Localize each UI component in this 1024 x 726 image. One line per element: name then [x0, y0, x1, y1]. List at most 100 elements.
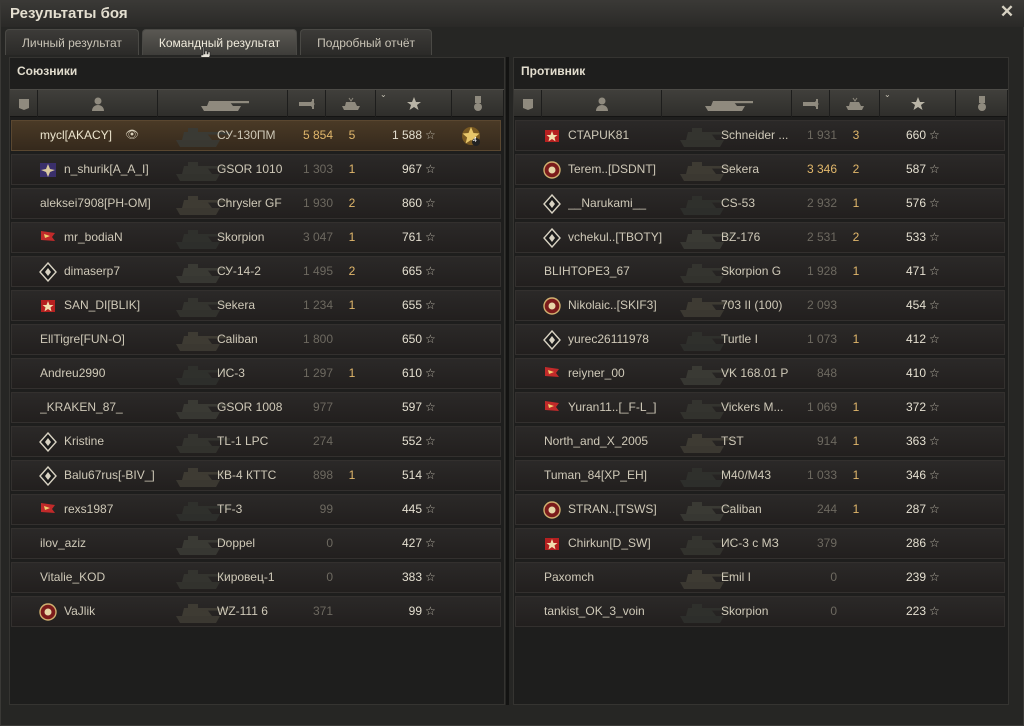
tab-team-result[interactable]: Командный результат [141, 29, 298, 55]
damage-value: 1 495 [302, 264, 333, 278]
column-header-player[interactable] [38, 90, 158, 117]
xp-value: 239 [905, 570, 926, 584]
table-row[interactable]: __Narukami__ CS-53 2 932 1 576 ☆ [515, 188, 1005, 219]
table-row[interactable]: _KRAKEN_87_ GSOR 1008 977 597 ☆ [11, 392, 501, 423]
column-header-tank[interactable] [158, 90, 288, 117]
damage-value: 0 [326, 536, 333, 550]
column-header-medal[interactable] [452, 90, 504, 117]
table-row[interactable]: aleksei7908[PH-OM] Chrysler GF 1 930 2 860 ☆ [11, 188, 501, 219]
column-header-damage[interactable] [792, 90, 830, 117]
table-row[interactable]: reiyner_00 VK 168.01 P 848 410 ☆ [515, 358, 1005, 389]
xp-star-icon: ☆ [929, 230, 940, 244]
xp-star-icon: ☆ [425, 434, 436, 448]
tab-personal-result[interactable]: Личный результат [5, 29, 139, 55]
xp-star-icon: ☆ [929, 332, 940, 346]
xp-value: 587 [905, 162, 926, 176]
column-header-damage[interactable] [288, 90, 326, 117]
damage-value: 1 928 [806, 264, 837, 278]
xp-star-icon: ☆ [425, 604, 436, 618]
player-name: Terem..[DSDNT] [568, 162, 657, 176]
player-name: dimaserp7 [64, 264, 121, 278]
achievement-medal-icon[interactable]: 4 [459, 124, 483, 148]
table-row[interactable]: North_and_X_2005 TST 914 1 363 ☆ [515, 426, 1005, 457]
star-emblem-icon [38, 296, 58, 316]
xp-star-icon [406, 96, 422, 112]
xp-star-icon: ☆ [425, 570, 436, 584]
xp-star-icon: ☆ [425, 128, 436, 142]
spotted-indicator-icon: 👁 [125, 129, 139, 141]
xp-star-icon: ☆ [929, 502, 940, 516]
kills-value: 1 [852, 196, 860, 210]
player-name: aleksei7908[PH-OM] [40, 196, 151, 210]
column-header-kills[interactable] [830, 90, 880, 117]
player-name: mr_bodiaN [64, 230, 123, 244]
xp-star-icon: ☆ [929, 298, 940, 312]
xp-star-icon: ☆ [929, 604, 940, 618]
table-row[interactable]: mr_bodiaN Skorpion 3 047 1 761 ☆ [11, 222, 501, 253]
xp-star-icon: ☆ [425, 468, 436, 482]
table-row[interactable]: VaJlik WZ-111 6 371 99 ☆ [11, 596, 501, 627]
column-header-squad[interactable] [514, 90, 542, 117]
table-row[interactable]: rexs1987 TF-3 99 445 ☆ [11, 494, 501, 525]
xp-star-icon: ☆ [425, 400, 436, 414]
column-header-player[interactable] [542, 90, 662, 117]
table-row[interactable]: n_shurik[A_A_I] GSOR 1010 1 303 1 967 ☆ [11, 154, 501, 185]
table-row[interactable]: vchekul..[TBOTY] BZ-176 2 531 2 533 ☆ [515, 222, 1005, 253]
table-row[interactable]: Balu67rus[-BIV_] КВ-4 КТТС 898 1 514 ☆ [11, 460, 501, 491]
table-row[interactable]: STRAN..[TSWS] Caliban 244 1 287 ☆ [515, 494, 1005, 525]
damage-value: 2 932 [806, 196, 837, 210]
flag-emblem-icon [542, 364, 562, 384]
table-row[interactable]: mycl[AKACY] 👁 СУ-130ПМ 5 854 5 1 588 ☆ 4 [11, 120, 501, 151]
damage-value: 1 303 [302, 162, 333, 176]
squad-icon [521, 97, 535, 111]
player-name: _KRAKEN_87_ [40, 400, 123, 414]
xp-value: 533 [905, 230, 926, 244]
column-header-tank[interactable] [662, 90, 792, 117]
table-row[interactable]: EllTigre[FUN-O] Caliban 1 800 650 ☆ [11, 324, 501, 355]
diamond-emblem-icon [542, 329, 562, 351]
table-row[interactable]: yurec26111978 Turtle I1 073 1 412 ☆ [515, 324, 1005, 355]
table-row[interactable]: dimaserp7 СУ-14-2 1 495 2 665 ☆ [11, 256, 501, 287]
flag-emblem-icon [542, 398, 562, 418]
table-row[interactable]: tankist_OK_3_voin Skorpion 0 223 ☆ [515, 596, 1005, 627]
column-header-xp-star[interactable]: ⌄ [880, 90, 956, 117]
kills-value: 1 [348, 298, 356, 312]
tab-detailed-report[interactable]: Подробный отчёт [300, 29, 433, 55]
player-name: Nikolaic..[SKIF3] [568, 298, 657, 312]
kills-value [342, 427, 362, 456]
table-row[interactable]: Chirkun[D_SW] ИС-3 с МЗ 379 286 ☆ [515, 528, 1005, 559]
damage-value: 1 297 [302, 366, 333, 380]
enemies-table-header: ⌄ [514, 89, 1008, 117]
table-row[interactable]: Vitalie_KOD Кировец-1 0 383 ☆ [11, 562, 501, 593]
table-row[interactable]: Paxomch Emil I 0 239 ☆ [515, 562, 1005, 593]
table-row[interactable]: BLIHTOPE3_67 Skorpion G1 928 1 471 ☆ [515, 256, 1005, 287]
player-name: rexs1987 [64, 502, 114, 516]
table-row[interactable]: SAN_DI[BLIK] Sekera 1 234 1 655 ☆ [11, 290, 501, 321]
column-header-squad[interactable] [10, 90, 38, 117]
table-row[interactable]: Tuman_84[XP_EH] M40/M43 1 033 1 346 ☆ [515, 460, 1005, 491]
table-row[interactable]: Kristine TL-1 LPC 274 552 ☆ [11, 426, 501, 457]
table-row[interactable]: Andreu2990 ИС-3 1 297 1 610 ☆ [11, 358, 501, 389]
table-row[interactable]: ilov_aziz Doppel 0 427 ☆ [11, 528, 501, 559]
table-row[interactable]: Yuran11..[_F-L_] Vickers M... 1 069 1 372 ☆ [515, 392, 1005, 423]
window-title: Результаты боя [10, 5, 128, 22]
table-row[interactable]: Nikolaic..[SKIF3] 703 II (100) 2 093 454 ☆ [515, 290, 1005, 321]
allies-panel: Союзники ⌄ mycl[AKACY] 👁 СУ-130ПМ 5 854 5 1 5… [9, 57, 505, 705]
diamond-emblem-icon [542, 227, 562, 249]
kills-value [342, 495, 362, 524]
kills-value [846, 563, 866, 592]
kills-icon [844, 97, 866, 111]
table-row[interactable]: Terem..[DSDNT] Sekera 3 346 2 587 ☆ [515, 154, 1005, 185]
title-bar: Результаты боя ✕ [1, 1, 1024, 27]
xp-value: 761 [401, 230, 422, 244]
column-header-xp-star[interactable]: ⌄ [376, 90, 452, 117]
table-row[interactable]: CTAPUK81 Schneider ... 1 931 3 660 ☆ [515, 120, 1005, 151]
xp-value: 223 [905, 604, 926, 618]
column-header-kills[interactable] [326, 90, 376, 117]
close-icon[interactable]: ✕ [998, 3, 1016, 21]
player-name: SAN_DI[BLIK] [64, 298, 141, 312]
column-header-medal[interactable] [956, 90, 1008, 117]
player-name: reiyner_00 [568, 366, 625, 380]
player-name: tankist_OK_3_voin [544, 604, 645, 618]
kills-value: 2 [852, 230, 860, 244]
